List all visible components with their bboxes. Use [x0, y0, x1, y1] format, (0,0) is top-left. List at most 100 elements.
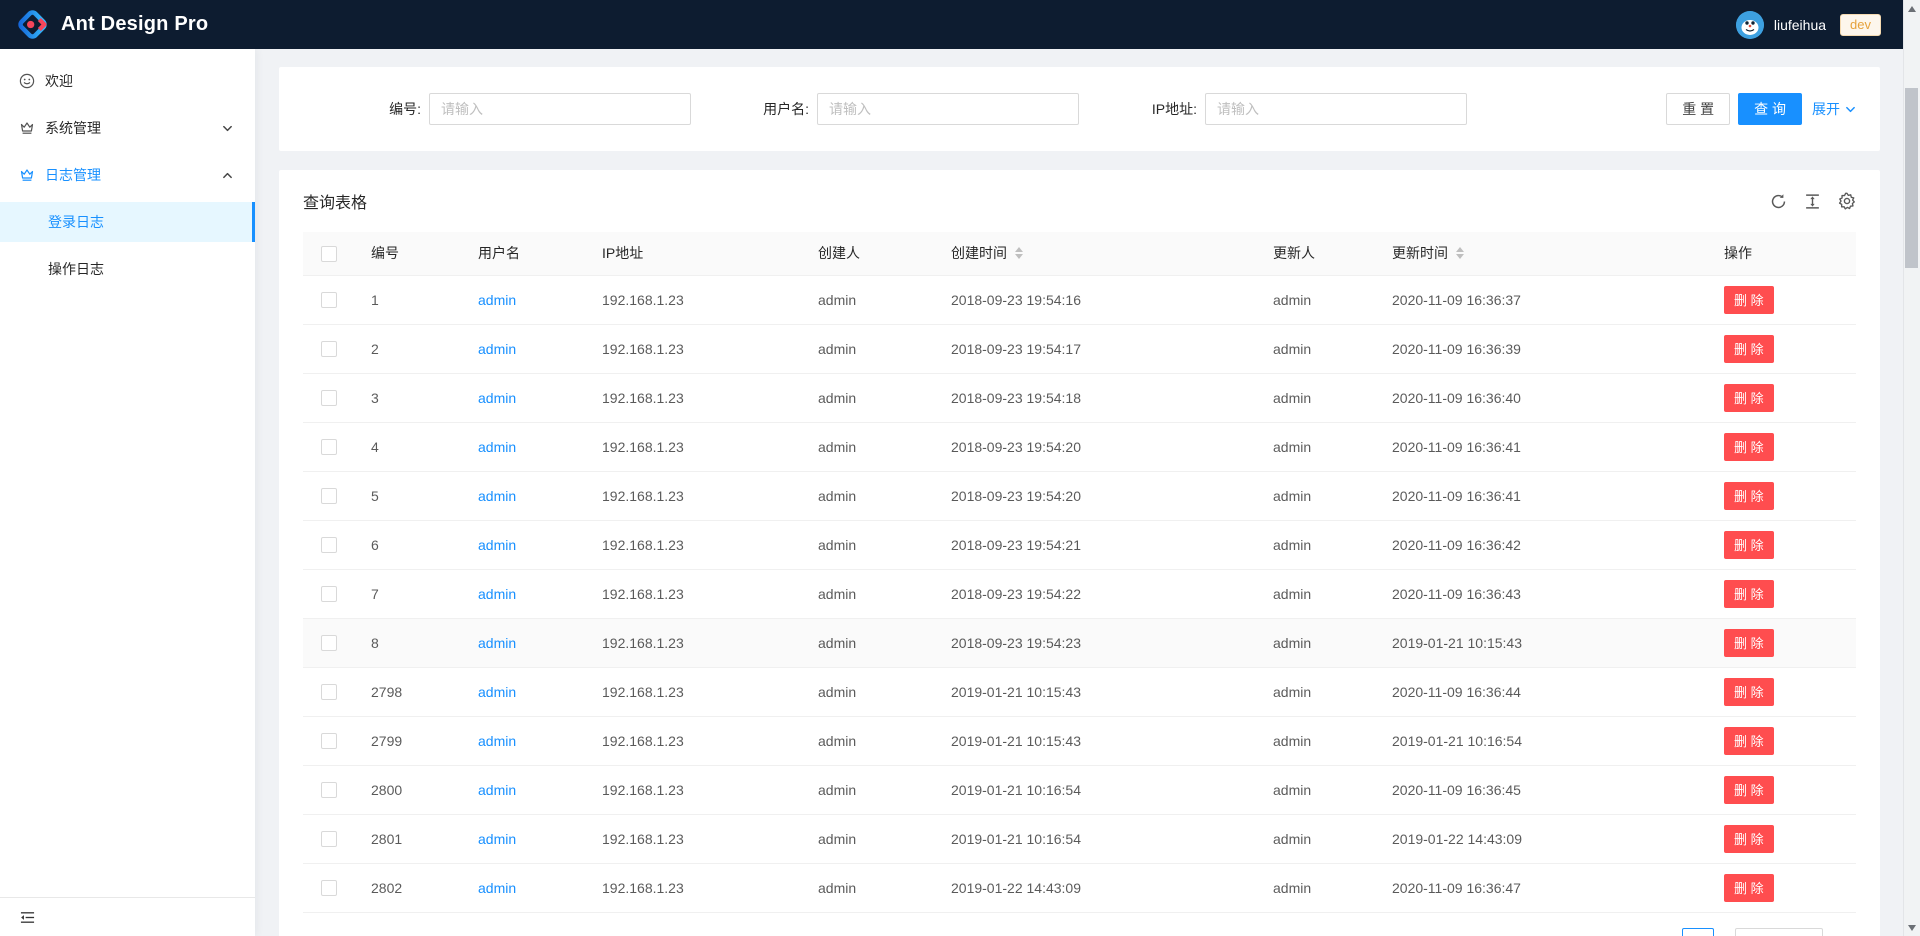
cell-creator: admin — [802, 863, 935, 912]
cell-id: 6 — [355, 520, 462, 569]
sort-icon[interactable] — [1456, 247, 1464, 259]
vertical-scrollbar[interactable] — [1903, 0, 1920, 936]
cell-id: 4 — [355, 422, 462, 471]
delete-button[interactable]: 删 除 — [1724, 482, 1774, 510]
row-checkbox[interactable] — [321, 782, 337, 798]
sidebar-item-label: 系统管理 — [45, 118, 101, 138]
page-size-select[interactable] — [1735, 928, 1823, 936]
cell-updated: 2020-11-09 16:36:42 — [1376, 520, 1708, 569]
table-title: 查询表格 — [303, 189, 367, 213]
row-checkbox[interactable] — [321, 635, 337, 651]
row-checkbox[interactable] — [321, 733, 337, 749]
scrollbar-up-arrow-icon[interactable] — [1904, 0, 1920, 17]
settings-gear-icon[interactable] — [1838, 192, 1856, 210]
row-checkbox[interactable] — [321, 880, 337, 896]
delete-button[interactable]: 删 除 — [1724, 335, 1774, 363]
table-body: 1 admin 192.168.1.23 admin 2018-09-23 19… — [303, 275, 1856, 912]
sidebar-item-log-management[interactable]: 日志管理 — [0, 155, 255, 195]
sort-icon[interactable] — [1015, 247, 1023, 259]
username-link[interactable]: admin — [478, 488, 516, 504]
row-checkbox[interactable] — [321, 488, 337, 504]
delete-button[interactable]: 删 除 — [1724, 629, 1774, 657]
row-checkbox[interactable] — [321, 586, 337, 602]
delete-button[interactable]: 删 除 — [1724, 384, 1774, 412]
menu-fold-icon[interactable] — [20, 910, 35, 925]
select-all-checkbox[interactable] — [321, 246, 337, 262]
username-link[interactable]: admin — [478, 635, 516, 651]
cell-updated: 2020-11-09 16:36:43 — [1376, 569, 1708, 618]
chevron-down-icon — [1845, 104, 1856, 115]
username-link[interactable]: admin — [478, 537, 516, 553]
row-checkbox[interactable] — [321, 684, 337, 700]
id-input[interactable] — [429, 93, 691, 125]
username[interactable]: liufeihua — [1774, 17, 1826, 33]
row-checkbox[interactable] — [321, 292, 337, 308]
delete-button[interactable]: 删 除 — [1724, 727, 1774, 755]
cell-id: 3 — [355, 373, 462, 422]
cell-updated: 2020-11-09 16:36:39 — [1376, 324, 1708, 373]
username-link[interactable]: admin — [478, 341, 516, 357]
sidebar-item-welcome[interactable]: 欢迎 — [0, 61, 255, 101]
cell-ip: 192.168.1.23 — [586, 471, 802, 520]
table-row: 2 admin 192.168.1.23 admin 2018-09-23 19… — [303, 324, 1856, 373]
username-link[interactable]: admin — [478, 880, 516, 896]
pagination-page-1[interactable]: 1 — [1682, 928, 1714, 936]
delete-button[interactable]: 删 除 — [1724, 874, 1774, 902]
env-tag[interactable]: dev — [1840, 14, 1881, 36]
scrollbar-thumb[interactable] — [1905, 88, 1918, 268]
column-header-created[interactable]: 创建时间 — [935, 232, 1257, 275]
row-checkbox[interactable] — [321, 439, 337, 455]
cell-creator: admin — [802, 814, 935, 863]
username-link[interactable]: admin — [478, 782, 516, 798]
table-row: 3 admin 192.168.1.23 admin 2018-09-23 19… — [303, 373, 1856, 422]
cell-id: 2798 — [355, 667, 462, 716]
logo[interactable]: Ant Design Pro — [16, 8, 208, 41]
cell-created: 2018-09-23 19:54:18 — [935, 373, 1257, 422]
cell-updated: 2019-01-21 10:16:54 — [1376, 716, 1708, 765]
app-title: Ant Design Pro — [61, 13, 208, 36]
username-link[interactable]: admin — [478, 586, 516, 602]
column-header-updated[interactable]: 更新时间 — [1376, 232, 1708, 275]
cell-id: 1 — [355, 275, 462, 324]
delete-button[interactable]: 删 除 — [1724, 433, 1774, 461]
delete-button[interactable]: 删 除 — [1724, 580, 1774, 608]
delete-button[interactable]: 删 除 — [1724, 825, 1774, 853]
username-link[interactable]: admin — [478, 292, 516, 308]
username-link[interactable]: admin — [478, 733, 516, 749]
delete-button[interactable]: 删 除 — [1724, 531, 1774, 559]
username-link[interactable]: admin — [478, 390, 516, 406]
column-height-icon[interactable] — [1804, 193, 1821, 210]
cell-updated: 2020-11-09 16:36:40 — [1376, 373, 1708, 422]
avatar[interactable] — [1736, 11, 1764, 39]
cell-updated: 2020-11-09 16:36:41 — [1376, 422, 1708, 471]
cell-created: 2018-09-23 19:54:20 — [935, 471, 1257, 520]
sidebar-item-login-log[interactable]: 登录日志 — [0, 202, 255, 242]
row-checkbox[interactable] — [321, 831, 337, 847]
cell-ip: 192.168.1.23 — [586, 667, 802, 716]
app-header: Ant Design Pro liufeihua dev — [0, 0, 1903, 49]
username-link[interactable]: admin — [478, 831, 516, 847]
row-checkbox[interactable] — [321, 537, 337, 553]
cell-id: 2800 — [355, 765, 462, 814]
ip-input[interactable] — [1205, 93, 1467, 125]
cell-creator: admin — [802, 765, 935, 814]
sidebar-item-system-management[interactable]: 系统管理 — [0, 108, 255, 148]
delete-button[interactable]: 删 除 — [1724, 286, 1774, 314]
cell-ip: 192.168.1.23 — [586, 814, 802, 863]
cell-ip: 192.168.1.23 — [586, 716, 802, 765]
row-checkbox[interactable] — [321, 341, 337, 357]
crown-icon — [19, 167, 35, 183]
expand-link[interactable]: 展开 — [1812, 99, 1856, 119]
username-link[interactable]: admin — [478, 684, 516, 700]
sidebar-item-operation-log[interactable]: 操作日志 — [0, 249, 255, 289]
cell-creator: admin — [802, 275, 935, 324]
username-input[interactable] — [817, 93, 1079, 125]
username-link[interactable]: admin — [478, 439, 516, 455]
reload-icon[interactable] — [1770, 193, 1787, 210]
scrollbar-down-arrow-icon[interactable] — [1904, 919, 1920, 936]
query-button[interactable]: 查 询 — [1738, 93, 1802, 125]
delete-button[interactable]: 删 除 — [1724, 678, 1774, 706]
row-checkbox[interactable] — [321, 390, 337, 406]
reset-button[interactable]: 重 置 — [1666, 93, 1730, 125]
delete-button[interactable]: 删 除 — [1724, 776, 1774, 804]
